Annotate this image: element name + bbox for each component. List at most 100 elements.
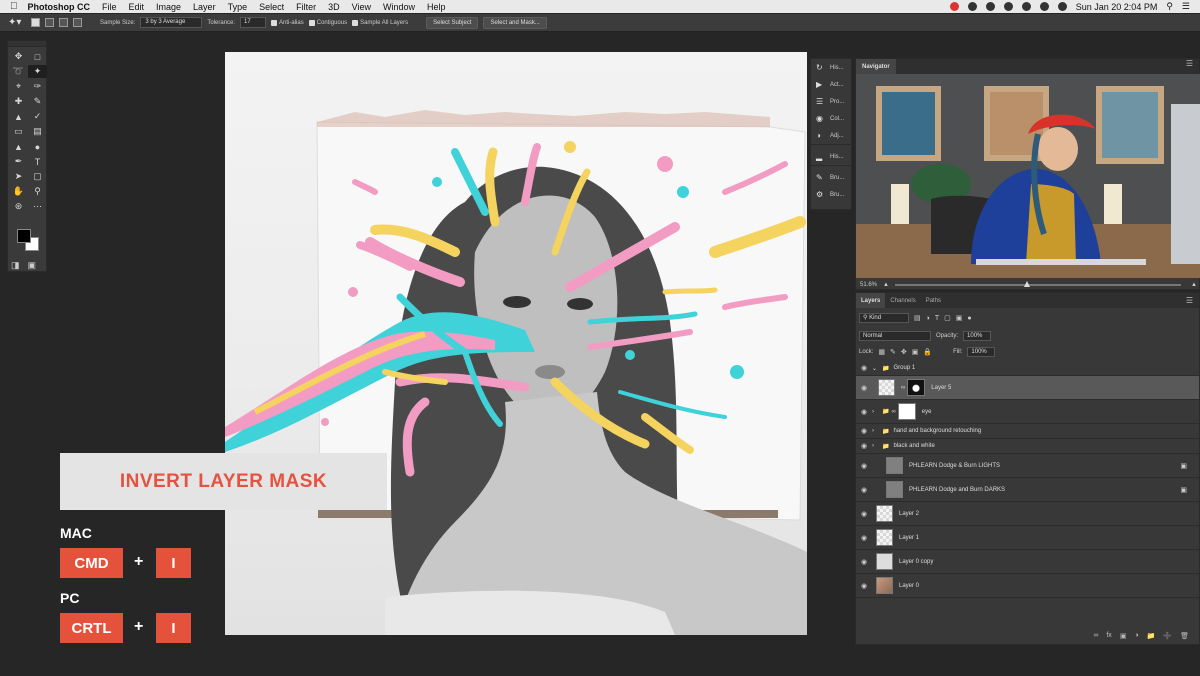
chevron-right-icon[interactable]: › [872, 428, 882, 434]
menu-select[interactable]: Select [259, 2, 284, 12]
healing-brush-tool-icon[interactable]: ✚ [9, 95, 28, 108]
move-tool-icon[interactable]: ✥ [9, 50, 28, 63]
zoom-slider[interactable] [894, 280, 1182, 287]
visibility-eye-icon[interactable]: ◉ [856, 427, 872, 435]
filter-toggle-icon[interactable]: ● [967, 315, 971, 322]
quick-mask-icon[interactable]: ◨ [11, 260, 20, 271]
filter-pixel-icon[interactable]: ▤ [914, 314, 921, 322]
visibility-eye-icon[interactable]: ◉ [856, 510, 872, 518]
filter-smart-object-icon[interactable]: ▣ [956, 314, 963, 322]
history-brush-tool-icon[interactable]: ✓ [28, 110, 47, 123]
zoom-in-icon[interactable]: ▲ [1191, 282, 1200, 288]
screen-mode-icon[interactable]: ▣ [28, 260, 37, 271]
zoom-tool-icon[interactable]: ⚲ [28, 185, 47, 198]
contiguous-checkbox[interactable]: Contiguous [308, 19, 347, 26]
delete-layer-icon[interactable]: 🗑 [1180, 632, 1189, 640]
menu-filter[interactable]: Filter [296, 2, 316, 12]
menu-edit[interactable]: Edit [129, 2, 145, 12]
lock-position-icon[interactable]: ✥ [901, 348, 907, 356]
add-selection-icon[interactable] [45, 18, 54, 27]
tolerance-input[interactable]: 17 [240, 17, 267, 28]
app-menu[interactable]: Photoshop CC [28, 2, 91, 12]
visibility-eye-icon[interactable]: ◉ [856, 558, 872, 566]
fill-input[interactable]: 100% [967, 347, 996, 357]
dock-actions[interactable]: ▶ Act... [811, 76, 851, 93]
menu-image[interactable]: Image [156, 2, 181, 12]
opacity-input[interactable]: 100% [963, 331, 992, 341]
tab-layers[interactable]: Layers [856, 293, 886, 308]
edit-toolbar-icon[interactable]: ⊛ [9, 200, 28, 213]
navigator-preview[interactable] [856, 74, 1200, 278]
chevron-down-icon[interactable]: ⌄ [872, 365, 882, 372]
zoom-slider-thumb[interactable] [1023, 280, 1030, 287]
lasso-tool-icon[interactable]: ➰ [9, 65, 28, 78]
filter-type-icon[interactable]: T [935, 315, 939, 322]
layer-row-layer-2[interactable]: ◉ Layer 2 [856, 502, 1199, 526]
dock-brush-settings[interactable]: ⚙ Bru... [811, 186, 851, 203]
tab-paths[interactable]: Paths [921, 293, 946, 308]
sample-all-layers-checkbox[interactable]: Sample All Layers [352, 19, 408, 26]
layer-style-icon[interactable]: fx [1106, 632, 1111, 640]
dock-color[interactable]: ◉ Col... [811, 110, 851, 127]
layer-row-layer-1[interactable]: ◉ Layer 1 [856, 526, 1199, 550]
spotlight-icon[interactable]: ⚲ [1166, 1, 1173, 12]
pen-tool-icon[interactable]: ✒ [9, 155, 28, 168]
layer-row-dodge-burn-lights[interactable]: ◉ PHLEARN Dodge & Burn LIGHTS ▣ [856, 454, 1199, 478]
visibility-eye-icon[interactable]: ◉ [856, 486, 872, 494]
lock-all-icon[interactable]: 🔒 [923, 348, 932, 356]
filter-kind-select[interactable]: ⚲ Kind [859, 313, 909, 323]
layer-thumbnail[interactable] [876, 577, 893, 594]
dodge-tool-icon[interactable]: ● [28, 140, 47, 153]
type-tool-icon[interactable]: T [28, 155, 47, 168]
layer-thumbnail[interactable] [878, 379, 895, 396]
shape-tool-icon[interactable]: ▢ [28, 170, 47, 183]
add-mask-icon[interactable]: ▣ [1120, 632, 1127, 640]
layer-mask-thumbnail[interactable] [897, 403, 916, 420]
apple-icon[interactable]:  [10, 1, 18, 12]
visibility-eye-icon[interactable]: ◉ [856, 408, 872, 416]
clone-stamp-tool-icon[interactable]: ▲ [9, 110, 28, 123]
visibility-eye-icon[interactable]: ◉ [856, 364, 872, 372]
menu-file[interactable]: File [102, 2, 117, 12]
sync-status-icon[interactable] [985, 2, 995, 11]
dropbox-icon[interactable] [1003, 2, 1013, 11]
intersect-selection-icon[interactable] [73, 18, 82, 27]
menu-window[interactable]: Window [383, 2, 415, 12]
layer-row-layer-5[interactable]: ◉ ∞ Layer 5 [856, 376, 1199, 400]
layer-row-black-and-white[interactable]: ◉ › 📁 black and white [856, 439, 1199, 454]
layer-row-eye[interactable]: ◉ › 📁 ∞ eye [856, 400, 1199, 424]
path-selection-tool-icon[interactable]: ➤ [9, 170, 28, 183]
layer-mask-thumbnail[interactable] [907, 379, 926, 396]
new-layer-icon[interactable]: ➕ [1163, 632, 1172, 640]
creative-cloud-icon[interactable] [967, 2, 977, 11]
dock-adjustments[interactable]: ◑ Adj... [811, 127, 851, 144]
select-subject-button[interactable]: Select Subject [426, 16, 479, 29]
bluetooth-icon[interactable] [1039, 2, 1049, 11]
layer-row-layer-0[interactable]: ◉ Layer 0 [856, 574, 1199, 598]
lock-artboard-icon[interactable]: ▣ [912, 348, 919, 356]
dock-history[interactable]: ↻ His... [811, 59, 851, 76]
brush-tool-icon[interactable]: ✎ [28, 95, 47, 108]
blur-tool-icon[interactable]: ▲ [9, 140, 28, 153]
eraser-tool-icon[interactable]: ▭ [9, 125, 28, 138]
gradient-tool-icon[interactable]: ▤ [28, 125, 47, 138]
sample-size-select[interactable]: 3 by 3 Average [140, 17, 203, 28]
select-and-mask-button[interactable]: Select and Mask... [483, 16, 547, 29]
zoom-out-icon[interactable]: ▲ [883, 282, 889, 288]
clock[interactable]: Sun Jan 20 2:04 PM [1076, 2, 1158, 12]
record-status-icon[interactable] [949, 2, 959, 11]
adjustment-layer-icon[interactable]: ◑ [1134, 632, 1138, 640]
menu-type[interactable]: Type [228, 2, 248, 12]
filter-adjustment-icon[interactable]: ◑ [926, 315, 930, 322]
dock-histogram[interactable]: ▂ His... [811, 148, 851, 165]
filter-shape-icon[interactable]: ▢ [944, 314, 951, 322]
tab-navigator[interactable]: Navigator [856, 59, 896, 74]
layer-row-dodge-burn-darks[interactable]: ◉ PHLEARN Dodge and Burn DARKS ▣ [856, 478, 1199, 502]
crop-tool-icon[interactable]: ⌖ [9, 80, 28, 93]
dock-properties[interactable]: ☰ Pro... [811, 93, 851, 110]
layer-thumbnail[interactable] [886, 457, 903, 474]
visibility-eye-icon[interactable]: ◉ [856, 582, 872, 590]
document-canvas[interactable] [225, 52, 807, 635]
hand-tool-icon[interactable]: ✋ [9, 185, 28, 198]
visibility-eye-icon[interactable]: ◉ [856, 534, 872, 542]
